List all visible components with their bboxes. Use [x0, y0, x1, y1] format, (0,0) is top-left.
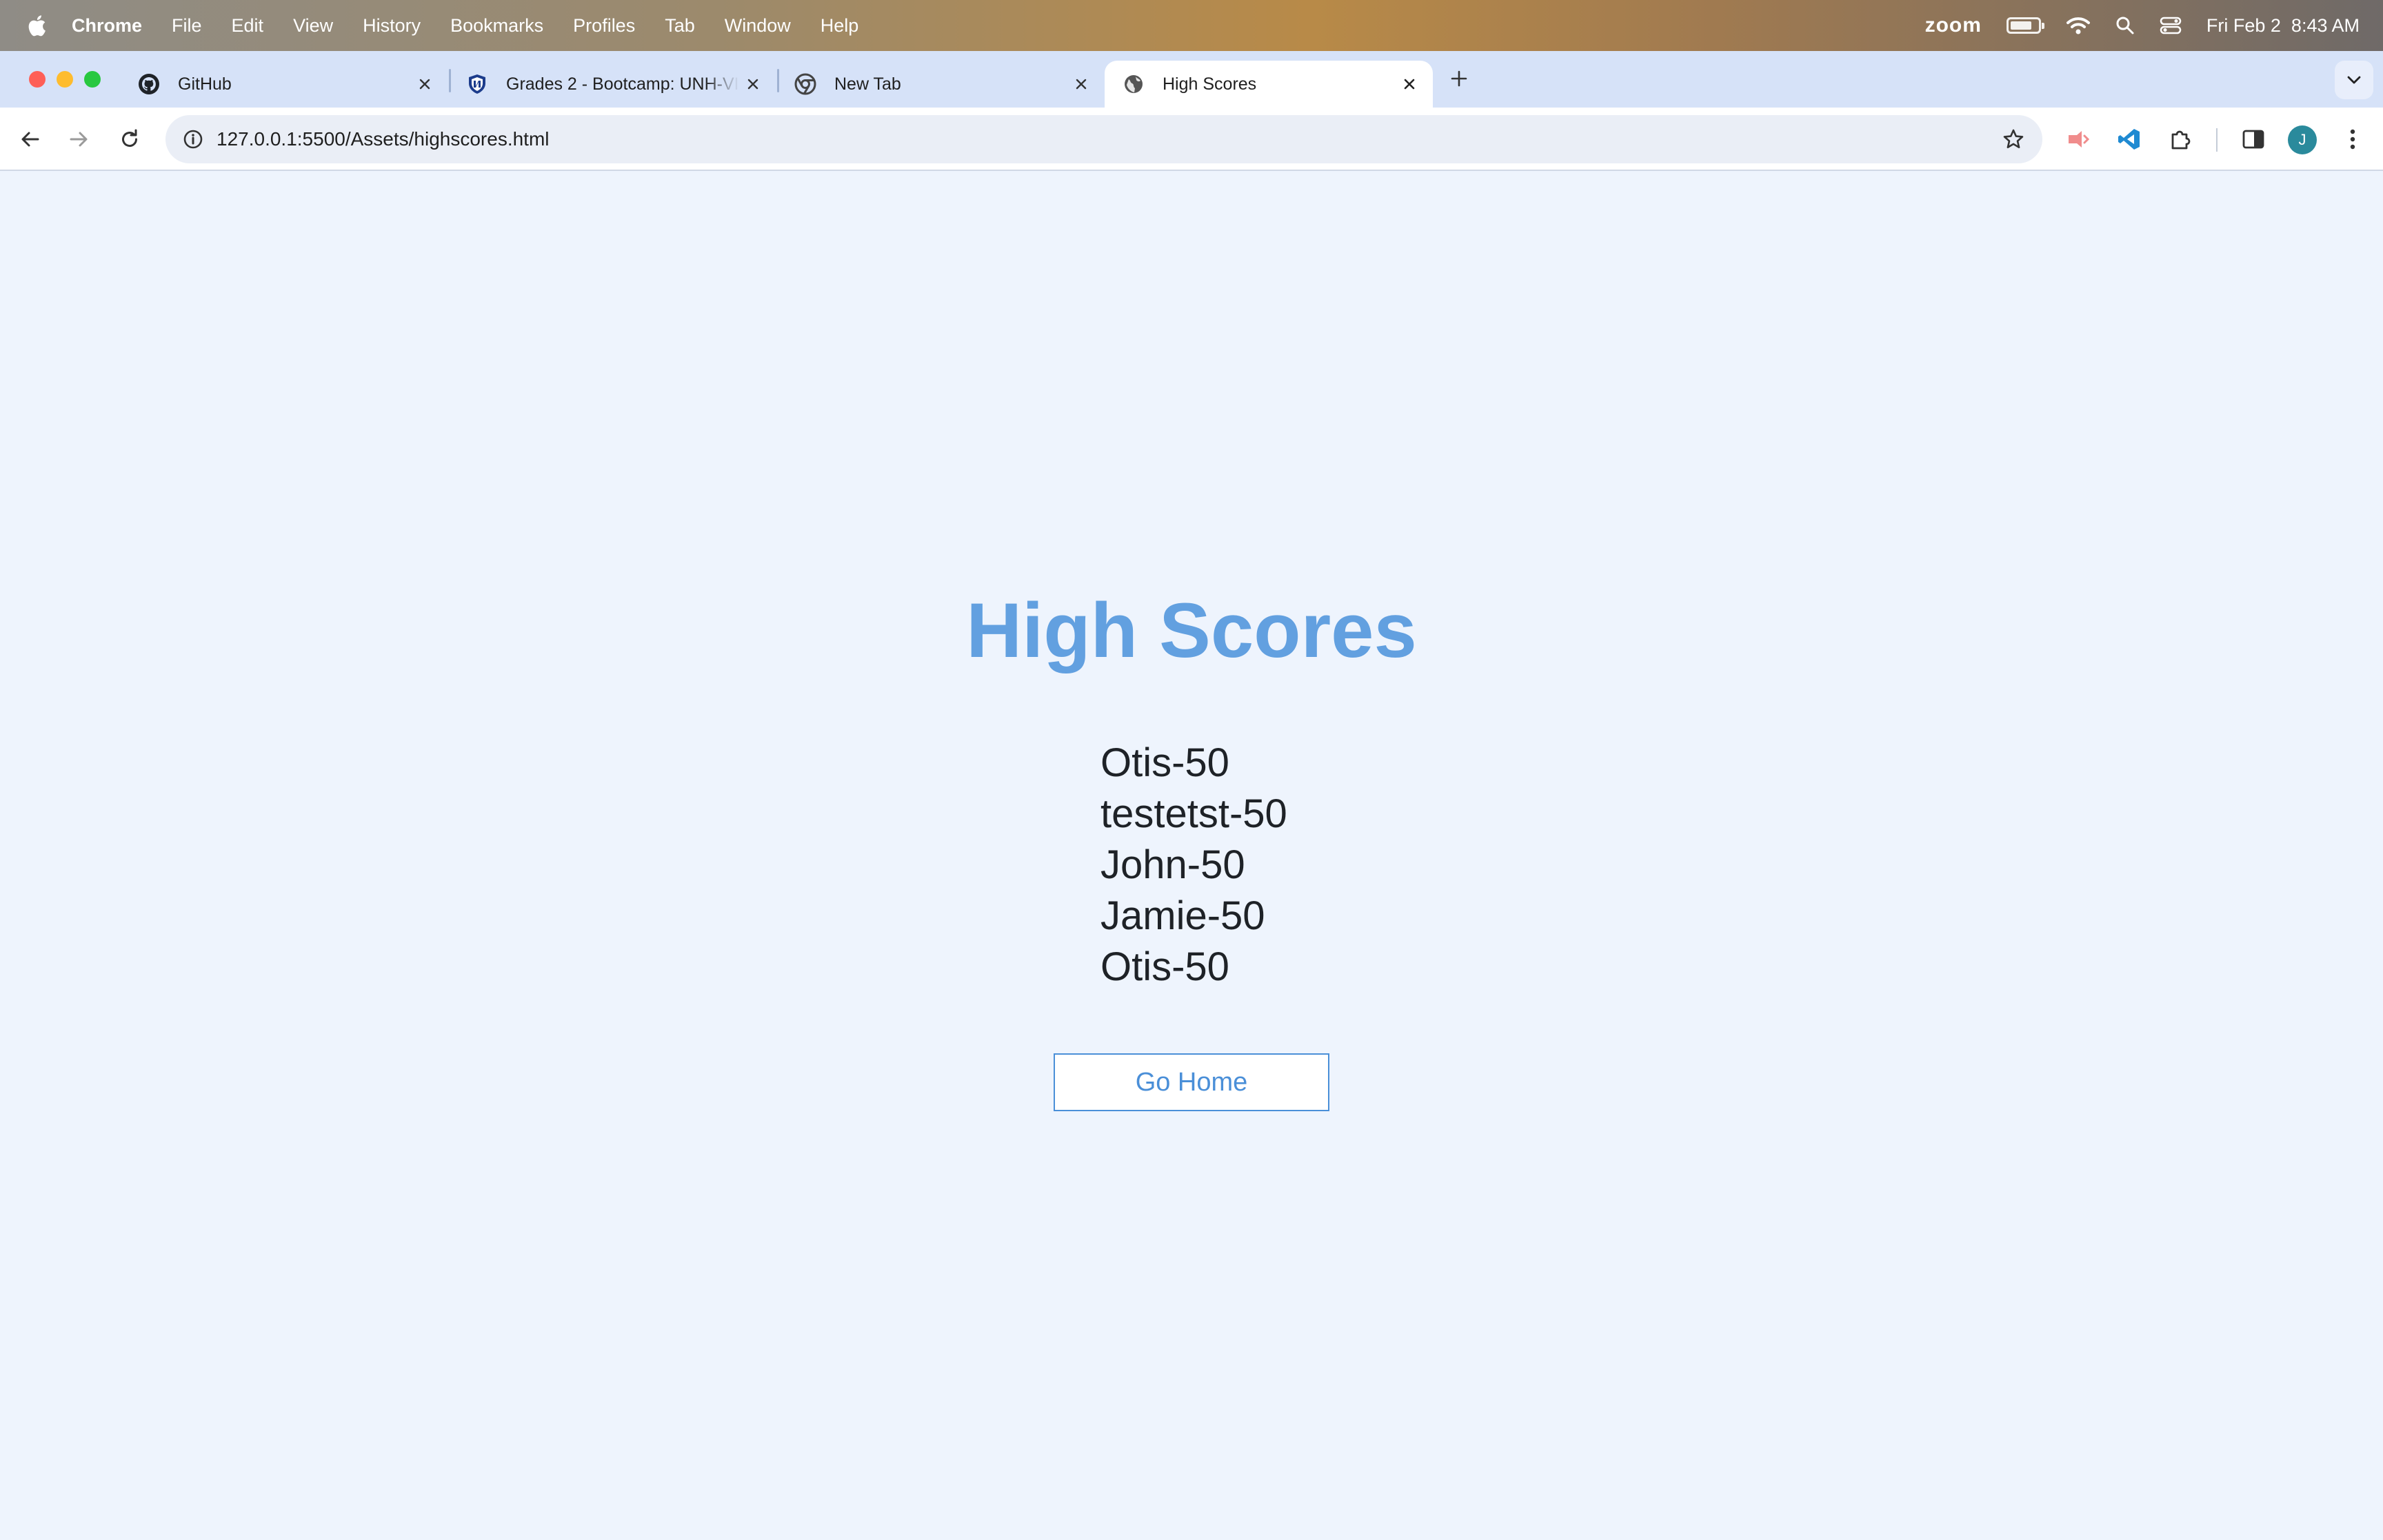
score-entry: Jamie-50 [1100, 893, 1265, 938]
menu-bar: Chrome File Edit View History Bookmarks … [0, 0, 2383, 51]
shield-icon [469, 74, 485, 94]
arrow-left-icon [21, 132, 39, 147]
tab-high-scores[interactable]: High Scores [1105, 61, 1433, 108]
address-bar[interactable]: 127.0.0.1:5500/Assets/highscores.html [165, 115, 2042, 163]
tab-search-button[interactable] [2335, 61, 2373, 99]
tab-title: New Tab [834, 74, 901, 94]
battery-icon[interactable] [2006, 17, 2044, 34]
tab-new-tab[interactable]: New Tab [776, 61, 1105, 108]
side-panel-icon [2242, 130, 2264, 149]
score-entry: Otis-50 [1100, 944, 1229, 989]
arrow-right-icon [70, 132, 88, 147]
tab-close-icon[interactable] [1396, 70, 1423, 98]
apple-icon[interactable] [26, 14, 47, 37]
extension-vscode-button[interactable] [2113, 123, 2146, 156]
chevron-down-icon [2347, 76, 2361, 84]
reload-button[interactable] [113, 123, 146, 156]
profile-avatar[interactable]: J [2288, 125, 2317, 154]
live-server-icon [2069, 131, 2090, 148]
github-icon [139, 74, 159, 94]
more-vertical-icon [2350, 129, 2355, 150]
side-panel-button[interactable] [2237, 123, 2270, 156]
new-tab-button[interactable] [1445, 65, 1473, 92]
menubar-clock[interactable]: Fri Feb 2 8:43 AM [2206, 15, 2360, 37]
tab-close-icon[interactable] [1067, 70, 1095, 98]
back-button[interactable] [14, 123, 47, 156]
tab-github[interactable]: GitHub [120, 61, 448, 108]
tab-close-icon[interactable] [411, 70, 439, 98]
puzzle-piece-icon [2171, 130, 2191, 150]
menu-tab[interactable]: Tab [665, 15, 695, 37]
url-text[interactable]: 127.0.0.1:5500/Assets/highscores.html [217, 115, 550, 163]
menu-window[interactable]: Window [725, 15, 791, 37]
chrome-menu-button[interactable] [2336, 123, 2369, 156]
menu-edit[interactable]: Edit [232, 15, 264, 37]
menu-history[interactable]: History [363, 15, 421, 37]
menu-view[interactable]: View [293, 15, 333, 37]
score-entry: testetst-50 [1100, 791, 1287, 836]
spotlight-search-icon[interactable] [2115, 16, 2135, 35]
chrome-icon [794, 73, 816, 95]
tab-title: Grades 2 - Bootcamp: UNH-VIRT [506, 74, 739, 94]
score-entry: John-50 [1100, 842, 1245, 887]
tab-title: High Scores [1163, 74, 1257, 94]
tab-grades[interactable]: Grades 2 - Bootcamp: UNH-VIRT [448, 61, 776, 108]
go-home-button[interactable]: Go Home [1054, 1053, 1329, 1111]
extension-live-server-button[interactable] [2062, 123, 2095, 156]
maximize-window-button[interactable] [84, 71, 101, 88]
toolbar-divider [2216, 128, 2218, 152]
high-scores-list: Otis-50 testetst-50 John-50 Jamie-50 Oti… [1100, 738, 1287, 993]
menu-bookmarks[interactable]: Bookmarks [450, 15, 543, 37]
site-info-icon[interactable] [178, 124, 208, 154]
score-entry: Otis-50 [1100, 740, 1229, 785]
minimize-window-button[interactable] [57, 71, 73, 88]
menu-app-name[interactable]: Chrome [72, 15, 142, 37]
page-viewport: High Scores Otis-50 testetst-50 John-50 … [0, 172, 2383, 1540]
reload-icon [122, 129, 138, 148]
menu-file[interactable]: File [172, 15, 202, 37]
close-window-button[interactable] [29, 71, 46, 88]
wifi-icon[interactable] [2066, 16, 2091, 35]
extensions-button[interactable] [2164, 123, 2197, 156]
zoom-status[interactable]: zoom [1925, 14, 1982, 37]
tab-close-icon[interactable] [739, 70, 767, 98]
forward-button[interactable] [62, 123, 95, 156]
control-center-icon[interactable] [2160, 16, 2182, 35]
vscode-icon [2118, 129, 2140, 150]
tab-title: GitHub [178, 74, 232, 94]
menu-profiles[interactable]: Profiles [573, 15, 635, 37]
bookmark-star-icon[interactable] [1998, 124, 2029, 154]
plus-icon [1451, 70, 1467, 87]
status-area: zoom Fri Feb 2 8:43 AM [1900, 0, 2360, 51]
globe-icon [1125, 75, 1143, 93]
page-title: High Scores [966, 587, 1417, 673]
menu-help[interactable]: Help [821, 15, 859, 37]
